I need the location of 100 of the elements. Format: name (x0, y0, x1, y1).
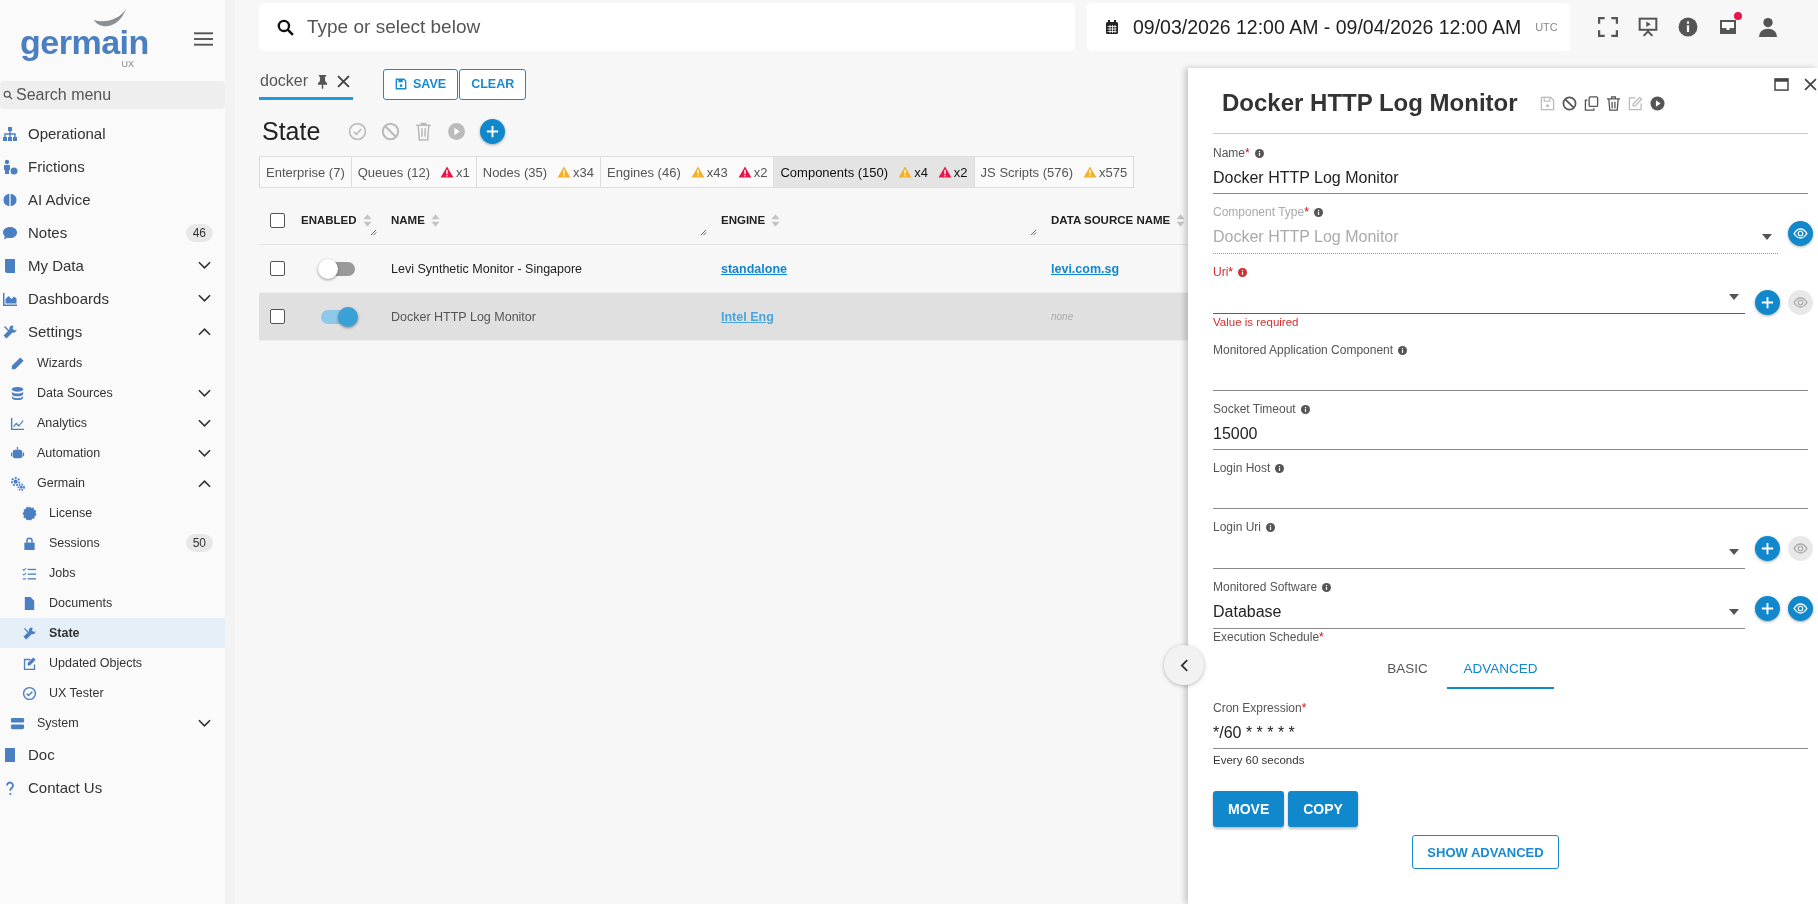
category-tab[interactable]: Enterprise (7) (259, 156, 352, 188)
sidebar-item[interactable]: System (0, 708, 225, 738)
text-field[interactable]: */60 * * * * * (1213, 717, 1808, 749)
dropdown-field[interactable]: Database (1213, 596, 1745, 629)
sidebar-item[interactable]: My Data (0, 249, 225, 282)
sidebar-item[interactable]: Automation (0, 438, 225, 468)
resize-handle-icon[interactable] (1030, 229, 1037, 236)
view-button[interactable] (1788, 595, 1813, 621)
sidebar-item[interactable]: Wizards (0, 348, 225, 378)
check-circle-icon[interactable] (348, 121, 368, 141)
presentation-icon[interactable] (1637, 17, 1658, 37)
info-icon (1313, 207, 1323, 217)
select-all-checkbox[interactable] (269, 212, 285, 228)
caret-icon[interactable] (1729, 549, 1739, 555)
sidebar-item[interactable]: Data Sources (0, 378, 225, 408)
text-field[interactable]: 15000 (1213, 418, 1808, 450)
add-button[interactable] (1755, 289, 1780, 315)
chevron-down-icon[interactable] (198, 418, 211, 428)
menu-icon[interactable] (194, 31, 213, 47)
chevron-down-icon[interactable] (198, 294, 211, 303)
trash-icon[interactable] (1605, 95, 1621, 111)
sidebar-item[interactable]: Frictions (0, 150, 225, 183)
sidebar-item[interactable]: Operational (0, 117, 225, 150)
filter-tab[interactable]: docker (259, 68, 354, 100)
chevron-up-icon[interactable] (198, 478, 211, 488)
required-mark: * (1319, 630, 1324, 644)
ban-icon[interactable] (1561, 95, 1577, 111)
copy-button[interactable]: COPY (1288, 791, 1358, 827)
column-header[interactable]: ENABLED (301, 214, 357, 226)
enabled-toggle[interactable] (321, 309, 355, 324)
resize-handle-icon[interactable] (370, 229, 377, 236)
fullscreen-icon[interactable] (1597, 17, 1618, 37)
save-button[interactable]: SAVE (383, 68, 459, 100)
clear-button[interactable]: CLEAR (459, 68, 527, 100)
text-field[interactable]: Docker HTTP Log Monitor (1213, 162, 1808, 194)
resize-handle-icon[interactable] (700, 229, 707, 236)
schedule-tab[interactable]: ADVANCED (1447, 653, 1554, 689)
checklist-icon (22, 565, 37, 581)
engine-link[interactable]: standalone (721, 261, 787, 276)
play-icon[interactable] (1649, 95, 1665, 111)
sidebar-item[interactable]: Settings (0, 315, 225, 348)
sidebar-item[interactable]: Germain (0, 468, 225, 498)
category-tab[interactable]: Components (150) x4 x2 (774, 156, 975, 188)
sidebar-item[interactable]: State (0, 618, 225, 648)
chevron-up-icon[interactable] (198, 327, 211, 336)
plus-icon (1760, 540, 1775, 556)
sidebar-item[interactable]: Updated Objects (0, 648, 225, 678)
category-tab[interactable]: Engines (46) x43 x2 (601, 156, 775, 188)
category-tab[interactable]: Nodes (35) x34 (476, 156, 602, 188)
sidebar-item[interactable]: Dashboards (0, 282, 225, 315)
info-icon[interactable] (1677, 17, 1698, 37)
error-icon (937, 166, 952, 178)
field-label: Cron Expression (1213, 701, 1302, 715)
caret-icon[interactable] (1729, 609, 1739, 615)
add-button[interactable] (480, 118, 506, 144)
sidebar-item[interactable]: AI Advice (0, 183, 225, 216)
maximize-icon[interactable] (1774, 78, 1789, 91)
chevron-down-icon[interactable] (198, 448, 211, 458)
schedule-tab[interactable]: BASIC (1367, 653, 1448, 689)
caret-icon[interactable] (1729, 294, 1739, 300)
sidebar-item[interactable]: UX Tester (0, 678, 225, 708)
sidebar-item[interactable]: Notes 46 (0, 216, 225, 249)
enabled-toggle[interactable] (321, 261, 355, 276)
user-icon[interactable] (1757, 17, 1778, 37)
chevron-down-icon[interactable] (198, 261, 211, 270)
required-mark: * (1245, 146, 1250, 160)
chevron-down-icon[interactable] (198, 388, 211, 398)
show-advanced-button[interactable]: SHOW ADVANCED (1412, 835, 1559, 869)
plus-icon (1760, 294, 1775, 310)
row-checkbox[interactable] (269, 261, 285, 276)
menu-search-field[interactable]: Search menu (0, 81, 225, 109)
add-button[interactable] (1755, 535, 1780, 561)
sidebar-item[interactable]: Sessions 50 (0, 528, 225, 558)
move-button[interactable]: MOVE (1213, 791, 1285, 827)
sidebar-item[interactable]: License (0, 498, 225, 528)
close-icon[interactable] (1803, 78, 1818, 91)
date-range-picker[interactable]: 09/03/2026 12:00 AM - 09/04/2026 12:00 AM UTC (1087, 3, 1570, 51)
sidebar-item[interactable]: Documents (0, 588, 225, 618)
data-source-link[interactable]: levi.com.sg (1051, 261, 1120, 276)
column-header[interactable]: ENGINE (721, 214, 766, 226)
close-icon[interactable] (337, 74, 351, 88)
eye-icon (1793, 294, 1808, 310)
chevron-down-icon[interactable] (198, 718, 211, 728)
plus-icon (1760, 600, 1775, 616)
row-checkbox[interactable] (269, 309, 285, 324)
tools-icon (22, 625, 37, 641)
global-search-field[interactable]: Type or select below (259, 3, 1075, 51)
add-button[interactable] (1755, 595, 1780, 621)
column-header[interactable]: DATA SOURCE NAME (1051, 214, 1171, 226)
sidebar-item[interactable]: Contact Us (0, 771, 225, 804)
alert-count: x43 (706, 164, 728, 180)
category-tab[interactable]: Queues (12) x1 (351, 156, 477, 188)
category-tab[interactable]: JS Scripts (576) x575 (974, 156, 1135, 188)
copy-icon[interactable] (1583, 95, 1599, 111)
sidebar-item[interactable]: Analytics (0, 408, 225, 438)
sidebar-item[interactable]: Jobs (0, 558, 225, 588)
pin-icon[interactable] (317, 73, 329, 89)
inbox-icon[interactable] (1717, 17, 1738, 37)
column-header[interactable]: NAME (391, 214, 425, 226)
sidebar-item[interactable]: Doc (0, 738, 225, 771)
